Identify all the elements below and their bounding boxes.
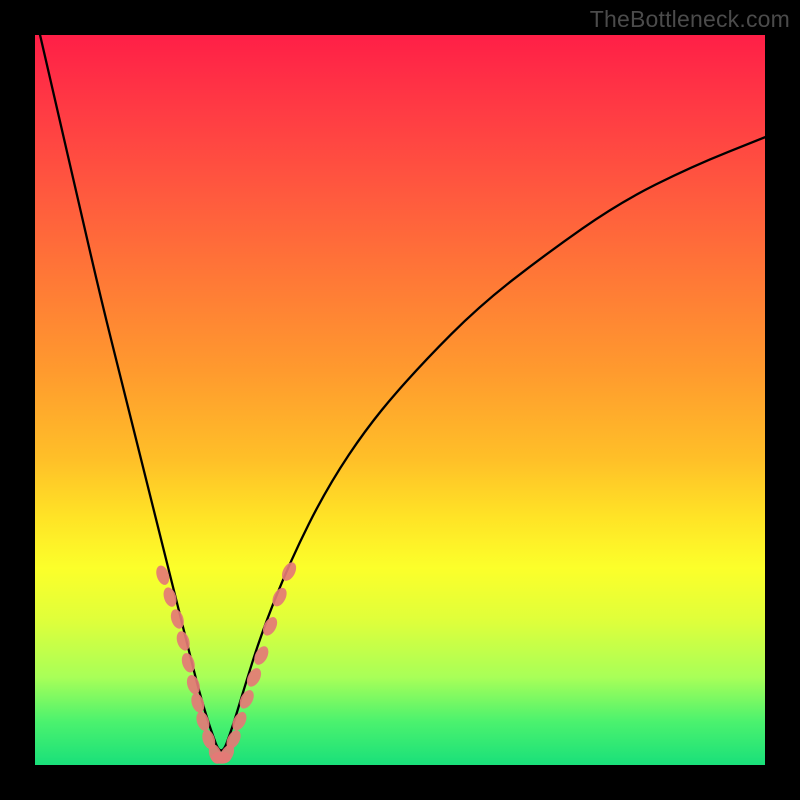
chart-frame: TheBottleneck.com	[0, 0, 800, 800]
pink-dot-cluster	[154, 560, 299, 765]
bottleneck-curve	[35, 35, 765, 750]
curve-svg	[35, 35, 765, 765]
plot-area	[35, 35, 765, 765]
watermark-text: TheBottleneck.com	[590, 6, 790, 33]
